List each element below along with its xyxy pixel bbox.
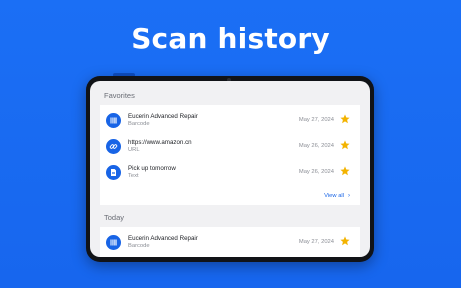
favorite-row-3-date: May 26, 2024 (298, 169, 334, 175)
favorite-row-2-date: May 26, 2024 (298, 143, 334, 149)
star-icon[interactable] (340, 140, 350, 150)
tablet-frame: Favorites Eucerin Advanced Repair Barcod… (86, 76, 374, 262)
today-card: Eucerin Advanced Repair Barcode May 27, … (100, 227, 360, 257)
link-icon (106, 139, 121, 154)
today-row-1-title: Eucerin Advanced Repair (128, 235, 198, 242)
document-icon (106, 165, 121, 180)
favorite-row-3-type: Text (128, 173, 139, 179)
star-icon[interactable] (340, 236, 350, 246)
favorites-title: Favorites (104, 91, 135, 100)
favorite-row-1-title: Eucerin Advanced Repair (128, 113, 198, 120)
favorite-row-2-title: https://www.amazon.cn (128, 139, 192, 146)
favorite-row-1-type: Barcode (128, 121, 150, 127)
favorite-row-3-title: Pick up tomorrow (128, 165, 176, 172)
favorite-row-2[interactable]: https://www.amazon.cn URL May 26, 2024 (100, 134, 360, 158)
view-all-label: View all (324, 193, 344, 199)
star-icon[interactable] (340, 114, 350, 124)
today-row-1[interactable]: Eucerin Advanced Repair Barcode May 27, … (100, 230, 360, 254)
today-title: Today (104, 213, 125, 222)
barcode-icon (106, 113, 121, 128)
barcode-icon (106, 235, 121, 250)
tablet-screen: Favorites Eucerin Advanced Repair Barcod… (90, 81, 370, 257)
today-row-1-date: May 27, 2024 (298, 239, 334, 245)
favorites-card: Eucerin Advanced Repair Barcode May 27, … (100, 105, 360, 205)
favorite-row-1[interactable]: Eucerin Advanced Repair Barcode May 27, … (100, 108, 360, 132)
today-row-1-type: Barcode (128, 243, 150, 249)
favorite-row-1-date: May 27, 2024 (298, 117, 334, 123)
favorite-row-3[interactable]: Pick up tomorrow Text May 26, 2024 (100, 160, 360, 184)
star-icon[interactable] (340, 166, 350, 176)
headline: Scan history (131, 22, 330, 55)
chevron-right-icon: › (348, 193, 350, 199)
view-all-link[interactable]: View all › (324, 193, 350, 199)
favorite-row-2-type: URL (128, 147, 140, 153)
